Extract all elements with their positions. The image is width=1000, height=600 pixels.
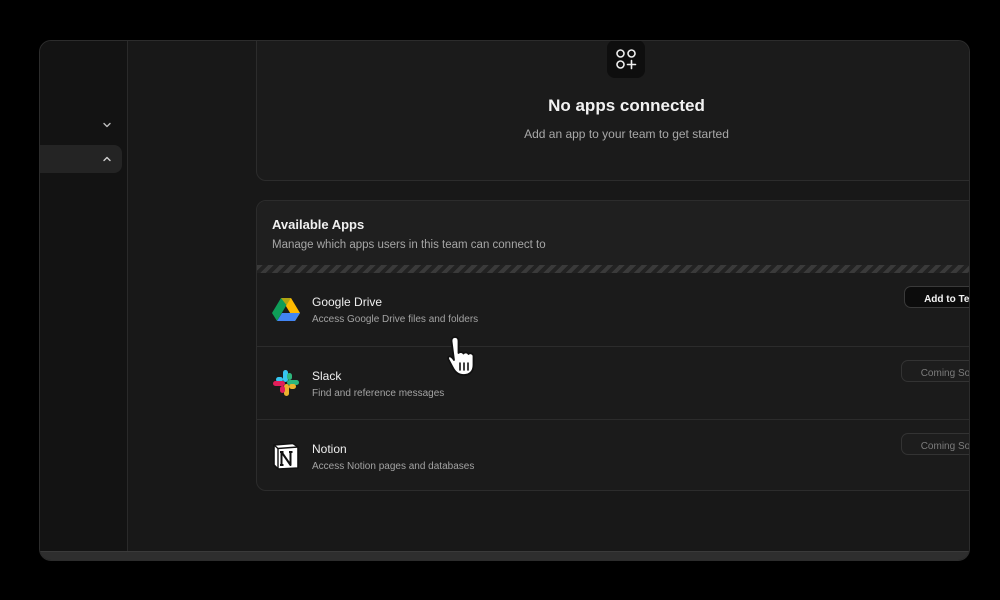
app-window: s No apps connected Add an app to your t… — [39, 40, 970, 561]
available-apps-card: Available Apps Manage which apps users i… — [256, 200, 969, 491]
sidebar: s — [40, 41, 128, 553]
google-drive-icon — [271, 294, 301, 324]
chevron-up-icon — [101, 153, 113, 165]
available-apps-subtitle: Manage which apps users in this team can… — [272, 239, 546, 251]
app-description: Access Notion pages and databases — [312, 461, 475, 472]
coming-soon-button[interactable]: Coming Soon — [901, 360, 969, 382]
slack-icon — [271, 368, 301, 398]
striped-divider — [257, 265, 969, 273]
window-bottom-bar — [40, 551, 969, 560]
app-row-slack: Slack Find and reference messages Coming… — [257, 346, 969, 419]
chevron-down-icon — [101, 119, 113, 131]
app-name: Slack — [312, 369, 342, 383]
empty-state-title: No apps connected — [548, 96, 705, 115]
sidebar-item-collapsed[interactable] — [40, 111, 122, 139]
sidebar-item-expanded[interactable]: s — [40, 145, 122, 173]
coming-soon-button[interactable]: Coming Soon — [901, 433, 969, 455]
hand-pointer-cursor-icon — [443, 333, 489, 379]
available-apps-header: Available Apps Manage which apps users i… — [257, 201, 969, 265]
add-to-team-button[interactable]: Add to Team — [904, 286, 969, 308]
apps-add-icon — [607, 41, 645, 78]
app-name: Google Drive — [312, 295, 383, 309]
empty-state-card: No apps connected Add an app to your tea… — [256, 41, 969, 181]
notion-icon — [271, 441, 301, 471]
available-apps-title: Available Apps — [272, 217, 365, 232]
app-description: Find and reference messages — [312, 388, 445, 399]
app-name: Notion — [312, 442, 347, 456]
app-row-google-drive: Google Drive Access Google Drive files a… — [257, 273, 969, 346]
sidebar-item-label: s — [39, 152, 40, 166]
empty-state-subtitle: Add an app to your team to get started — [524, 127, 729, 141]
app-row-notion: Notion Access Notion pages and databases… — [257, 419, 969, 490]
app-description: Access Google Drive files and folders — [312, 314, 479, 325]
